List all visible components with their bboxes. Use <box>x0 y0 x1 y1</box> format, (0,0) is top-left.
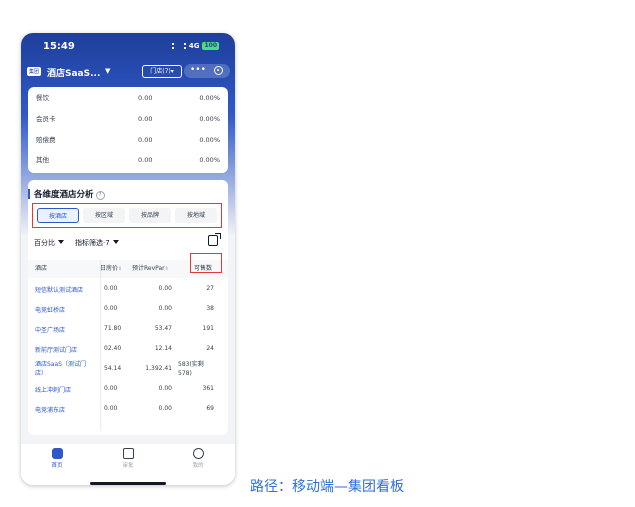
list-item: 餐饮 0.00 0.00% <box>36 91 226 105</box>
group-badge: 集团 <box>27 67 42 76</box>
col-hotel: 酒店 <box>35 265 48 272</box>
store-name[interactable]: 中圣广场店 <box>35 325 65 334</box>
tab-approval-label: 审批 <box>122 463 134 469</box>
app-header: 集团 酒店SaaS... ▼ 门店(7)▾ ••• <box>21 63 235 83</box>
tab-home-label: 首页 <box>51 463 63 469</box>
signal-icon <box>171 43 186 49</box>
store-name[interactable]: 酒店SaaS（测试门店） <box>35 360 93 378</box>
cell-revpar: 0.00 <box>158 405 172 412</box>
section-accent <box>28 189 30 199</box>
section-title-text: 各维度酒店分析 <box>34 190 94 200</box>
cell-revpar: 1,392.41 <box>145 365 172 372</box>
cell-revpar: 12.14 <box>154 345 172 352</box>
cell-adr: 71.80 <box>104 325 122 332</box>
cell-adr: 0.00 <box>104 305 118 312</box>
row-label: 餐饮 <box>36 94 49 102</box>
cell-adr: 0.00 <box>104 385 118 392</box>
hotel-analysis-card: 各维度酒店分析? 按酒店 按区域 按品牌 按地域 百分比 指标筛选·7 酒店 日… <box>28 180 228 435</box>
store-name[interactable]: 电竞虹桥店 <box>35 305 65 314</box>
battery-icon: 100 <box>202 42 219 50</box>
store-name[interactable]: 短信默认测试酒店 <box>35 285 83 294</box>
cell-revpar: 0.00 <box>158 305 172 312</box>
path-caption: 路径：移动端—集团看板 <box>250 479 404 495</box>
share-icon[interactable] <box>208 233 221 246</box>
sort-icon: ⇕ <box>164 266 169 272</box>
list-item: 会员卡 0.00 0.00% <box>36 112 226 126</box>
segment-by-area[interactable]: 按地域 <box>175 208 217 223</box>
status-bar: 15:49 4G 100 <box>21 33 235 59</box>
cell-sellable: 583(实剩578) <box>178 361 204 377</box>
caret-down-icon <box>58 240 64 244</box>
col-revpar[interactable]: 预计RevPar⇕ <box>132 260 169 278</box>
cell-sellable: 27 <box>206 285 214 292</box>
row-value: 0.00 <box>138 136 153 144</box>
cell-sellable: 24 <box>206 345 214 352</box>
sellable-column-highlight <box>190 253 222 273</box>
phone-frame: 15:49 4G 100 集团 酒店SaaS... ▼ 门店(7)▾ ••• 餐… <box>21 33 235 485</box>
store-name[interactable]: 线上冲刺门店 <box>35 385 71 394</box>
col-revpar-label: 预计RevPar <box>132 265 165 272</box>
cell-revpar: 0.00 <box>158 285 172 292</box>
cell-adr: 0.00 <box>104 285 118 292</box>
cell-revpar: 53.47 <box>154 325 172 332</box>
mini-program-capsule: ••• <box>184 64 230 78</box>
section-title: 各维度酒店分析? <box>34 188 105 200</box>
store-name[interactable]: 电竞浦东店 <box>35 405 65 414</box>
cell-adr: 0.00 <box>104 405 118 412</box>
close-target-icon[interactable] <box>214 66 223 75</box>
cell-adr: 02.40 <box>104 345 122 352</box>
cell-sellable: 38 <box>206 305 214 312</box>
row-label: 其他 <box>36 156 49 164</box>
home-indicator <box>90 482 166 485</box>
row-percent: 0.00% <box>199 94 220 102</box>
chevron-down-icon[interactable]: ▼ <box>105 67 110 75</box>
segment-by-brand[interactable]: 按品牌 <box>129 208 171 223</box>
bottom-tab-bar: 首页 审批 我的 <box>21 444 235 485</box>
tab-approval[interactable]: 审批 <box>103 448 153 469</box>
tab-me[interactable]: 我的 <box>173 448 223 469</box>
help-icon[interactable]: ? <box>95 191 105 200</box>
tab-me-label: 我的 <box>192 463 204 469</box>
row-percent: 0.00% <box>199 156 220 164</box>
caret-down-icon <box>112 240 119 244</box>
sort-icon: ⇕ <box>118 266 123 272</box>
row-label: 赔偿费 <box>36 136 56 144</box>
brand-selector[interactable]: 酒店SaaS... <box>47 66 100 79</box>
row-value: 0.00 <box>138 156 153 164</box>
col-adr-label: 日房价 <box>100 265 119 272</box>
home-icon <box>51 448 63 459</box>
segment-by-region[interactable]: 按区域 <box>83 208 125 223</box>
frozen-column-shadow <box>100 260 102 430</box>
store-name[interactable]: 新前厅测试门店 <box>35 345 77 354</box>
store-filter-button[interactable]: 门店(7)▾ <box>142 65 182 78</box>
metric-filter-label: 指标筛选·7 <box>75 239 110 247</box>
cell-sellable: 69 <box>206 405 214 412</box>
cell-revpar: 0.00 <box>158 385 172 392</box>
profile-icon <box>192 448 204 459</box>
payment-summary-card: 餐饮 0.00 0.00% 会员卡 0.00 0.00% 赔偿费 0.00 0.… <box>28 87 228 173</box>
row-percent: 0.00% <box>199 136 220 144</box>
metric-filter[interactable]: 指标筛选·7 <box>75 238 119 248</box>
list-item: 其他 0.00 0.00% <box>36 153 226 167</box>
status-icons: 4G 100 <box>171 42 219 50</box>
approval-icon <box>122 448 134 459</box>
percent-filter[interactable]: 百分比 <box>34 238 64 248</box>
row-value: 0.00 <box>138 115 153 123</box>
cell-sellable: 361 <box>202 385 214 392</box>
tab-home[interactable]: 首页 <box>32 448 82 469</box>
more-icon[interactable]: ••• <box>190 64 206 77</box>
col-adr[interactable]: 日房价⇕ <box>100 260 122 278</box>
list-item: 赔偿费 0.00 0.00% <box>36 133 226 147</box>
cell-adr: 54.14 <box>104 365 122 372</box>
status-time: 15:49 <box>43 41 75 52</box>
row-percent: 0.00% <box>199 115 220 123</box>
row-value: 0.00 <box>138 94 153 102</box>
segment-by-hotel[interactable]: 按酒店 <box>37 208 79 223</box>
network-label: 4G <box>188 42 200 50</box>
cell-sellable: 191 <box>202 325 214 332</box>
row-label: 会员卡 <box>36 115 56 123</box>
percent-filter-label: 百分比 <box>34 239 55 247</box>
dimension-segment-highlight: 按酒店 按区域 按品牌 按地域 <box>32 203 222 228</box>
